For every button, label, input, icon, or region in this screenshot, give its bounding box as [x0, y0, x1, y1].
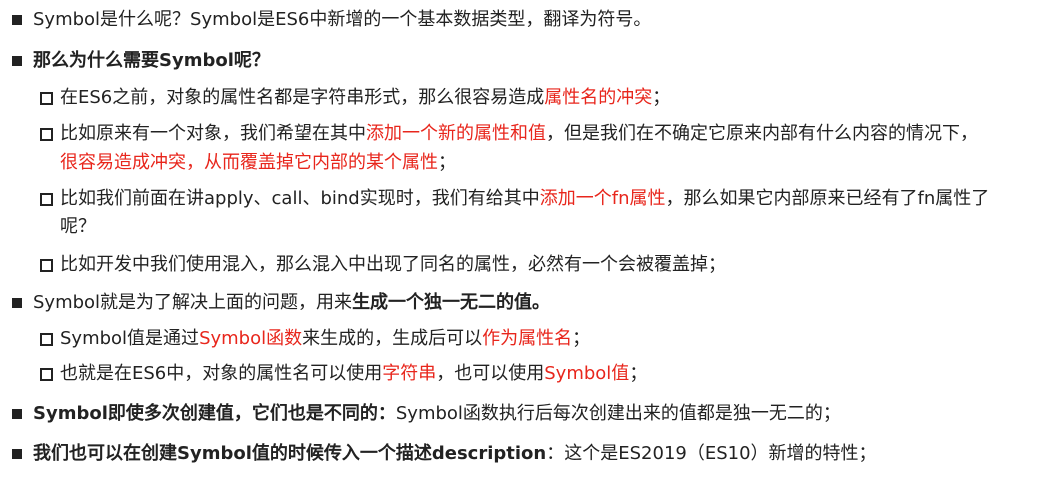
slide-page: Symbol是什么呢？Symbol是ES6中新增的一个基本数据类型，翻译为符号。… — [0, 0, 1045, 487]
highlight-text: Symbol值 — [544, 363, 630, 384]
bullet-text: 比如开发中我们使用混入，那么混入中出现了同名的属性，必然有一个会被覆盖掉； — [60, 252, 726, 278]
sub-bullet-add-property-continuation: 很容易造成冲突，从而覆盖掉它内部的某个属性； — [60, 150, 456, 176]
text-segment: Symbol是什么呢？Symbol是ES6中新增的一个基本数据类型，翻译为符号。 — [33, 9, 652, 30]
highlight-text: 很容易造成冲突，从而覆盖掉它内部的某个属性 — [60, 152, 438, 173]
bullet-text: 也就是在ES6中，对象的属性名可以使用字符串，也可以使用Symbol值； — [60, 361, 647, 387]
bold-text: Symbol即使多次创建值，它们也是不同的： — [33, 403, 396, 424]
bullet-text: Symbol就是为了解决上面的问题，用来生成一个独一无二的值。 — [33, 290, 550, 316]
text-segment: 呢？ — [60, 216, 96, 237]
square-bullet-icon — [12, 15, 22, 25]
text-segment: 比如我们前面在讲apply、call、bind实现时，我们有给其中 — [60, 188, 540, 209]
bold-text: 我们也可以在创建Symbol值的时候传入一个描述description — [33, 443, 547, 464]
bullet-text: 我们也可以在创建Symbol值的时候传入一个描述description：这个是E… — [33, 441, 877, 467]
hollow-square-bullet-icon — [40, 92, 53, 105]
text-segment: 在ES6之前，对象的属性名都是字符串形式，那么很容易造成 — [60, 87, 545, 108]
bullet-text: 在ES6之前，对象的属性名都是字符串形式，那么很容易造成属性名的冲突； — [60, 85, 670, 111]
highlight-text: 字符串 — [382, 363, 437, 384]
hollow-square-bullet-icon — [40, 193, 53, 206]
text-segment: ：这个是ES2019（ES10）新增的特性； — [546, 443, 877, 464]
hollow-square-bullet-icon — [40, 368, 53, 381]
text-segment: 比如原来有一个对象，我们希望在其中 — [60, 123, 366, 144]
text-segment: ，那么如果它内部原来已经有了fn属性了 — [665, 188, 990, 209]
text-segment: ； — [629, 363, 648, 384]
square-bullet-icon — [12, 449, 22, 459]
text-segment: 比如开发中我们使用混入，那么混入中出现了同名的属性，必然有一个会被覆盖掉； — [60, 254, 726, 275]
hollow-square-bullet-icon — [40, 333, 53, 346]
text-segment: ； — [652, 87, 671, 108]
square-bullet-icon — [12, 409, 22, 419]
highlight-text: 属性名的冲突 — [544, 87, 653, 108]
bullet-text: 那么为什么需要Symbol呢？ — [33, 48, 270, 74]
bullet-text: Symbol是什么呢？Symbol是ES6中新增的一个基本数据类型，翻译为符号。 — [33, 7, 651, 33]
text-segment: ； — [572, 328, 591, 349]
text-segment: ，也可以使用 — [436, 363, 545, 384]
highlight-text: Symbol函数 — [199, 328, 303, 349]
bullet-text: Symbol即使多次创建值，它们也是不同的：Symbol函数执行后每次创建出来的… — [33, 401, 841, 427]
text-segment: 来生成的，生成后可以 — [302, 328, 483, 349]
bullet-text: 比如我们前面在讲apply、call、bind实现时，我们有给其中添加一个fn属… — [60, 186, 989, 212]
square-bullet-icon — [12, 298, 22, 308]
text-segment: ； — [438, 152, 456, 173]
hollow-square-bullet-icon — [40, 128, 53, 141]
sub-bullet-apply-call-bind-continuation: 呢？ — [60, 214, 96, 240]
text-segment: 也就是在ES6中，对象的属性名可以使用 — [60, 363, 383, 384]
highlight-text: 作为属性名 — [482, 328, 573, 349]
bold-text: 生成一个独一无二的值。 — [352, 292, 551, 313]
bullet-text: 比如原来有一个对象，我们希望在其中添加一个新的属性和值，但是我们在不确定它原来内… — [60, 121, 978, 147]
text-segment: Symbol就是为了解决上面的问题，用来 — [33, 292, 353, 313]
bullet-text: Symbol值是通过Symbol函数来生成的，生成后可以作为属性名； — [60, 326, 590, 352]
highlight-text: 添加一个fn属性 — [539, 188, 666, 209]
hollow-square-bullet-icon — [40, 259, 53, 272]
highlight-text: 添加一个新的属性和值 — [366, 123, 546, 144]
text-segment: Symbol函数执行后每次创建出来的值都是独一无二的； — [395, 403, 841, 424]
text-segment: ，但是我们在不确定它原来内部有什么内容的情况下， — [546, 123, 978, 144]
text-segment: 那么为什么需要Symbol呢？ — [33, 50, 270, 71]
text-segment: Symbol值是通过 — [60, 328, 200, 349]
square-bullet-icon — [12, 56, 22, 66]
